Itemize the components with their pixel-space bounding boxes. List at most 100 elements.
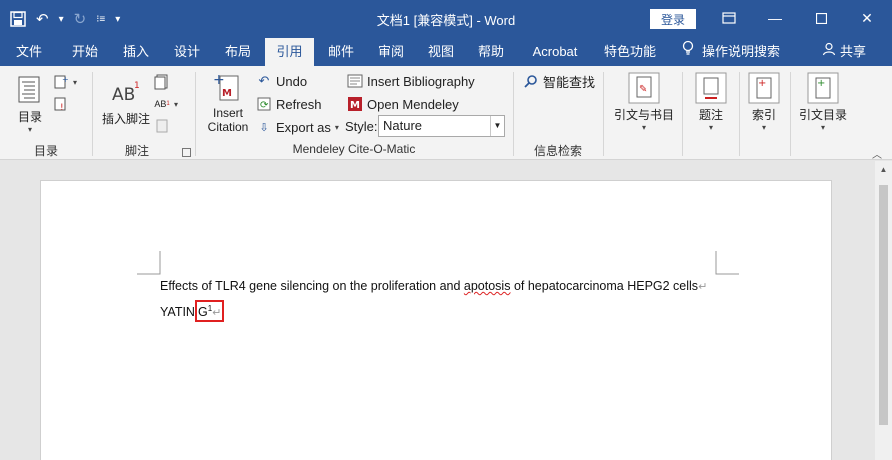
footnotes-group-label: 脚注 [124, 144, 149, 158]
footnotes-dialog-launcher-icon[interactable] [182, 148, 191, 157]
authorities-dropdown-icon: ▾ [820, 123, 825, 132]
open-mendeley-label: Open Mendeley [367, 96, 459, 112]
undo-icon[interactable]: ↶ [36, 8, 49, 30]
svg-text:+: + [758, 78, 766, 89]
next-footnote-button[interactable]: AB 1 ▾ [154, 94, 178, 114]
insert-bibliography-label: Insert Bibliography [367, 73, 475, 89]
tell-me-search[interactable]: 操作说明搜索 [682, 38, 780, 66]
login-button[interactable]: 登录 [650, 9, 696, 29]
minimize-icon[interactable]: — [757, 5, 793, 31]
captions-icon [695, 72, 727, 104]
index-label: 索引 [751, 108, 776, 122]
document-page[interactable]: Effects of TLR4 gene silencing on the pr… [40, 180, 832, 460]
title-bar: ↶ ▾ ↻ ⁝≡ ▾ 文档1 [兼容模式] - Word 登录 — ✕ [0, 0, 892, 38]
tab-view[interactable]: 视图 [418, 38, 464, 66]
maximize-icon[interactable] [803, 5, 839, 31]
paragraph-mark: ↵ [212, 307, 222, 320]
svg-text:M: M [222, 88, 232, 99]
citation-letter: G [197, 305, 208, 320]
smart-lookup-button[interactable]: 智能查找 [523, 71, 595, 91]
insert-citation-label-2: Citation [207, 120, 249, 134]
update-table-button[interactable]: ! [53, 94, 69, 114]
document-title-line[interactable]: Effects of TLR4 gene silencing on the pr… [160, 279, 707, 293]
bibliography-icon [347, 73, 363, 89]
format-painter-icon[interactable]: ⁝≡ [96, 8, 105, 30]
margin-corner-top-right [715, 251, 739, 275]
toc-icon [14, 74, 46, 106]
paragraph-mark: ↵ [698, 281, 708, 293]
tab-insert[interactable]: 插入 [113, 38, 159, 66]
index-button[interactable]: + 索引 ▾ [744, 72, 784, 132]
citation-style-select[interactable]: Nature ▼ [378, 115, 505, 137]
table-of-authorities-button[interactable]: + 引文目录 ▾ [796, 72, 850, 132]
citations-bibliography-label: 引文与书目 [613, 108, 674, 122]
misspelled-word[interactable]: apotosis [464, 279, 511, 293]
scroll-up-icon[interactable]: ▲ [875, 165, 892, 179]
mendeley-group-label: Mendeley Cite-O-Matic [292, 142, 416, 156]
update-table-icon: ! [53, 96, 69, 112]
scroll-thumb[interactable] [879, 185, 888, 425]
document-workspace: Effects of TLR4 gene silencing on the pr… [0, 161, 892, 460]
tab-review[interactable]: 审阅 [368, 38, 414, 66]
svg-text:M: M [350, 100, 360, 111]
collapse-ribbon-icon[interactable]: ︿ [872, 146, 882, 161]
mendeley-logo-icon: M [347, 96, 363, 112]
citations-bibliography-button[interactable]: ✎ 引文与书目 ▾ [610, 72, 678, 132]
group-divider [682, 72, 683, 156]
tab-special-features[interactable]: 特色功能 [597, 38, 663, 66]
tab-acrobat[interactable]: Acrobat [524, 38, 586, 66]
save-icon[interactable] [10, 8, 26, 30]
citations-icon: ✎ [628, 72, 660, 104]
captions-button[interactable]: 题注 ▾ [688, 72, 734, 132]
share-label: 共享 [840, 44, 867, 59]
endnote-icon [154, 74, 170, 90]
ribbon-tabs: 文件 开始 插入 设计 布局 引用 邮件 审阅 视图 帮助 Acrobat 特色… [0, 38, 892, 66]
share-button[interactable]: 共享 [822, 38, 866, 66]
index-dropdown-icon: ▾ [761, 123, 766, 132]
person-icon [822, 38, 836, 66]
add-text-dropdown-icon: ▾ [73, 77, 78, 87]
index-icon: + [748, 72, 780, 104]
mendeley-undo-button[interactable]: ↶ Undo [256, 71, 308, 91]
footnote-icon: AB 1 [110, 76, 142, 108]
svg-text:!: ! [60, 103, 64, 112]
export-icon: ⇩ [259, 121, 269, 134]
tab-references[interactable]: 引用 [265, 38, 314, 66]
add-text-button[interactable]: + ▾ [53, 72, 77, 92]
close-icon[interactable]: ✕ [849, 5, 885, 31]
svg-text:AB: AB [112, 85, 135, 105]
tab-design[interactable]: 设计 [164, 38, 210, 66]
citation-highlight-box[interactable]: G1↵ [194, 300, 225, 323]
tab-help[interactable]: 帮助 [468, 38, 514, 66]
tab-home[interactable]: 开始 [62, 38, 108, 66]
undo-dropdown-icon[interactable]: ▾ [59, 8, 64, 30]
research-group-label: 信息检索 [533, 144, 582, 158]
tab-file[interactable]: 文件 [8, 38, 50, 66]
insert-footnote-button[interactable]: AB 1 插入脚注 [98, 76, 154, 127]
insert-citation-button[interactable]: + M Insert Citation [202, 72, 254, 134]
toc-button[interactable]: 目录 ▾ [10, 74, 50, 134]
ribbon-display-options-icon[interactable] [711, 5, 747, 31]
tab-layout[interactable]: 布局 [215, 38, 261, 66]
open-mendeley-button[interactable]: M Open Mendeley [347, 94, 459, 114]
show-notes-icon [154, 118, 170, 134]
insert-endnote-button[interactable] [154, 72, 170, 92]
vertical-scrollbar[interactable]: ▲ [875, 161, 892, 460]
margin-corner-top-left [137, 251, 161, 275]
customize-qat-icon[interactable]: ▾ [115, 8, 120, 30]
refresh-button[interactable]: ⟳ Refresh [256, 94, 322, 114]
tab-mailings[interactable]: 邮件 [318, 38, 364, 66]
insert-bibliography-button[interactable]: Insert Bibliography [347, 71, 475, 91]
title-text-end: of hepatocarcinoma HEPG2 cells [510, 279, 699, 293]
chevron-down-icon[interactable]: ▼ [490, 116, 504, 136]
insert-citation-icon: + M [212, 72, 244, 104]
tell-me-label: 操作说明搜索 [702, 44, 781, 59]
undo-label: Undo [276, 73, 308, 89]
svg-text:+: + [62, 75, 69, 84]
group-divider [739, 72, 740, 156]
document-author-line[interactable]: YATIN G1↵ [160, 300, 225, 323]
show-notes-button [154, 116, 170, 136]
next-footnote-dropdown-icon: ▾ [174, 99, 179, 109]
citation-style-value: Nature [383, 118, 423, 133]
export-as-button[interactable]: ⇩ Export as ▾ [256, 117, 339, 137]
